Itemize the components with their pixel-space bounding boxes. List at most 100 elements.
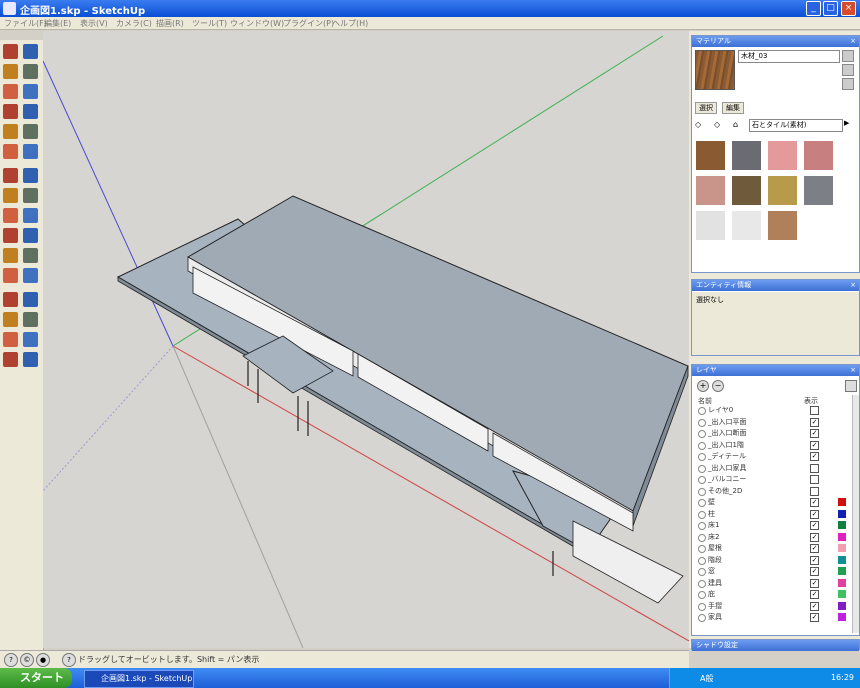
layer-row[interactable]: 庇 ✓ [698, 590, 848, 599]
zoom-icon[interactable] [3, 292, 18, 307]
layer-active-radio[interactable] [698, 453, 706, 461]
layer-row[interactable]: 屋根 ✓ [698, 544, 848, 553]
layer-color-swatch[interactable] [838, 440, 846, 449]
material-category-select[interactable]: 石とタイル(素材) [749, 119, 843, 132]
layer-active-radio[interactable] [698, 476, 706, 484]
layer-active-radio[interactable] [698, 556, 706, 565]
layer-row[interactable]: _出入口1階 ✓ [698, 440, 848, 450]
layer-row[interactable]: _バルコニー [698, 475, 848, 484]
layer-row[interactable]: _ディテール ✓ [698, 452, 848, 461]
details-arrow-icon[interactable]: ▶ [844, 119, 854, 130]
layer-visible-checkbox[interactable] [810, 463, 819, 473]
menu-tools[interactable]: ツール(T) [192, 18, 227, 29]
credits-icon[interactable]: © [20, 653, 34, 667]
layer-row[interactable]: 壁 ✓ [698, 498, 848, 507]
material-swatch[interactable] [803, 175, 834, 206]
layer-visible-checkbox[interactable]: ✓ [810, 532, 819, 542]
arc-icon[interactable] [23, 104, 38, 119]
layer-active-radio[interactable] [698, 441, 706, 450]
taskbar-sketchup-window[interactable]: 企画図1.skp - SketchUp [84, 670, 194, 688]
layer-visible-checkbox[interactable] [810, 475, 819, 484]
layer-visible-checkbox[interactable]: ✓ [810, 429, 819, 438]
layer-visible-checkbox[interactable]: ✓ [810, 555, 819, 565]
layer-active-radio[interactable] [698, 418, 706, 427]
layer-visible-checkbox[interactable]: ✓ [810, 440, 819, 450]
circle-icon[interactable] [3, 104, 18, 119]
layer-color-swatch[interactable] [838, 498, 846, 506]
layer-visible-checkbox[interactable]: ✓ [810, 417, 819, 427]
material-swatch[interactable] [695, 210, 726, 241]
layer-details-icon[interactable] [845, 380, 857, 392]
layer-row[interactable]: その他_2D [698, 486, 848, 496]
section-plane-icon[interactable] [23, 352, 38, 367]
layer-active-radio[interactable] [698, 545, 706, 553]
layer-color-swatch[interactable] [838, 590, 846, 598]
orbit-icon[interactable] [3, 268, 18, 283]
push-pull-icon[interactable] [23, 144, 38, 159]
walk-icon[interactable] [3, 332, 18, 347]
menu-camera[interactable]: カメラ(C) [116, 18, 152, 29]
layer-color-swatch[interactable] [838, 429, 846, 437]
layer-row[interactable]: レイヤ0 [698, 406, 848, 415]
menu-draw[interactable]: 描画(R) [156, 18, 184, 29]
layer-active-radio[interactable] [698, 510, 706, 519]
line-icon[interactable] [23, 84, 38, 99]
layer-active-radio[interactable] [698, 430, 706, 438]
material-swatch[interactable] [695, 140, 726, 171]
layer-visible-checkbox[interactable]: ✓ [810, 567, 819, 576]
layer-row[interactable]: _出入口家具 [698, 463, 848, 473]
layer-row[interactable]: 窓 ✓ [698, 567, 848, 576]
polygon-icon[interactable] [3, 124, 18, 139]
material-swatch[interactable] [767, 140, 798, 171]
layer-visible-checkbox[interactable]: ✓ [810, 498, 819, 507]
layer-visible-checkbox[interactable]: ✓ [810, 601, 819, 611]
material-swatch[interactable] [731, 175, 762, 206]
layer-visible-checkbox[interactable]: ✓ [810, 590, 819, 599]
layer-visible-checkbox[interactable] [810, 486, 819, 496]
layer-visible-checkbox[interactable]: ✓ [810, 544, 819, 553]
layer-visible-checkbox[interactable] [810, 406, 819, 415]
protractor-icon[interactable] [3, 228, 18, 243]
minimize-button[interactable]: _ [806, 1, 821, 16]
layers-panel-header[interactable]: レイヤ × [692, 365, 859, 376]
layer-visible-checkbox[interactable]: ✓ [810, 452, 819, 461]
layer-visible-checkbox[interactable]: ✓ [810, 521, 819, 530]
offset-icon[interactable] [23, 188, 38, 203]
shadow-settings-header[interactable]: シャドウ設定 [692, 640, 859, 651]
layer-color-swatch[interactable] [838, 567, 846, 575]
freehand-icon[interactable] [23, 124, 38, 139]
close-icon[interactable]: × [850, 280, 856, 291]
layer-row[interactable]: _出入口平面 ✓ [698, 417, 848, 427]
rectangle-icon[interactable] [3, 84, 18, 99]
tape-measure-icon[interactable] [3, 208, 18, 223]
follow-me-icon[interactable] [23, 168, 38, 183]
menu-plugins[interactable]: プラグイン(P) [283, 18, 334, 29]
menu-file[interactable]: ファイル(F) [4, 18, 47, 29]
menu-window[interactable]: ウィンドウ(W) [230, 18, 284, 29]
layer-active-radio[interactable] [698, 602, 706, 611]
home-icon[interactable]: ⌂ [733, 120, 742, 129]
dimension-icon[interactable] [23, 208, 38, 223]
instructor-help-icon[interactable]: ? [62, 653, 76, 667]
menu-edit[interactable]: 編集(E) [44, 18, 71, 29]
material-swatch[interactable] [803, 140, 834, 171]
axes-icon[interactable] [3, 248, 18, 263]
material-swatch[interactable] [767, 175, 798, 206]
zoom-extents-icon[interactable] [3, 312, 18, 327]
layer-active-radio[interactable] [698, 533, 706, 542]
layer-active-radio[interactable] [698, 614, 706, 622]
layer-color-swatch[interactable] [838, 463, 846, 472]
layer-active-radio[interactable] [698, 487, 706, 496]
look-around-icon[interactable] [23, 332, 38, 347]
layers-scrollbar[interactable] [852, 395, 859, 633]
default-material-icon[interactable] [842, 64, 854, 76]
make-component-icon[interactable] [23, 64, 38, 79]
layer-active-radio[interactable] [698, 591, 706, 599]
layer-color-swatch[interactable] [838, 601, 846, 610]
layer-visible-checkbox[interactable]: ✓ [810, 578, 819, 588]
ime-indicator[interactable]: A般 [700, 673, 713, 684]
back-arrow-icon[interactable]: ◇ [695, 120, 704, 129]
select-icon[interactable] [3, 44, 18, 59]
menu-view[interactable]: 表示(V) [80, 18, 108, 29]
layer-active-radio[interactable] [698, 579, 706, 588]
